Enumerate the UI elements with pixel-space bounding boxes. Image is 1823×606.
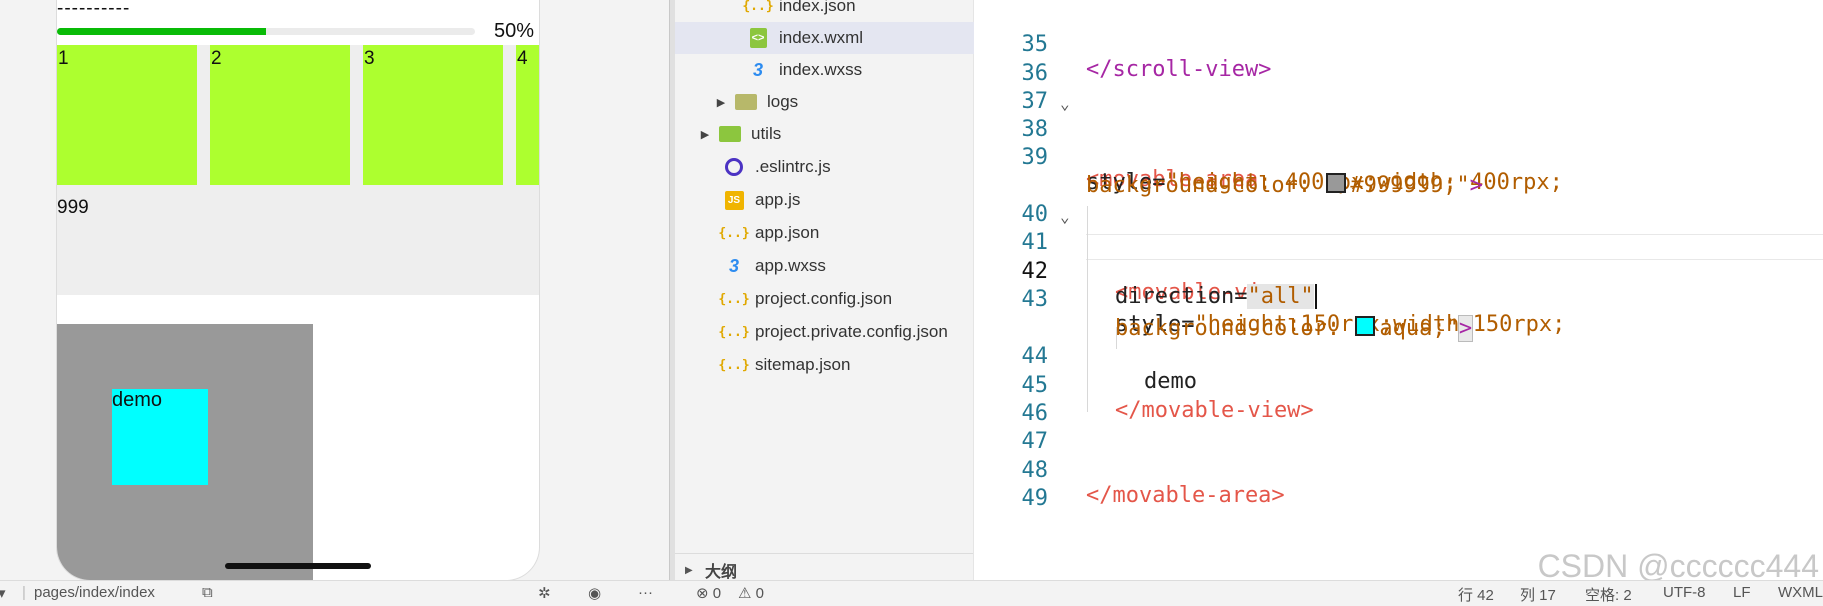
file-explorer: {..} index.json <> index.wxml 3 index.wx… xyxy=(675,0,1045,581)
page-path[interactable]: pages/index/index xyxy=(34,584,155,601)
chevron-down-icon[interactable]: ⌄ xyxy=(1060,207,1070,226)
json-icon: {..} xyxy=(718,225,750,241)
warning-count[interactable]: ⚠ 0 xyxy=(738,584,764,602)
wxss-icon: 3 xyxy=(752,59,763,80)
tree-item-label: project.config.json xyxy=(755,289,893,308)
json-icon: {..} xyxy=(718,291,750,307)
tree-item-utils[interactable]: ▶ utils xyxy=(675,118,997,150)
scroll-view[interactable]: 1 2 3 4 999 xyxy=(57,45,539,295)
tree-item-label: project.private.config.json xyxy=(755,322,948,341)
dashes-text: ---------- xyxy=(57,0,131,19)
line-number: 49 xyxy=(1021,486,1049,511)
code-line: 48 </movable-area> xyxy=(974,433,1823,508)
simulator-panel: ---------- 50% 1 2 3 4 999 demo xyxy=(0,0,670,581)
tree-item-label: logs xyxy=(767,92,799,111)
code-line: background-color: aqua;"> xyxy=(974,291,1823,342)
movable-view-label: demo xyxy=(112,389,163,411)
js-icon: JS xyxy=(723,189,745,211)
tree-item-label: app.js xyxy=(755,190,801,209)
progress-text: 50% xyxy=(494,20,535,42)
tree-item-label: utils xyxy=(751,124,782,143)
language-mode[interactable]: WXML xyxy=(1778,584,1823,601)
chevron-right-icon[interactable]: ▶ xyxy=(715,96,727,109)
json-icon: {..} xyxy=(742,0,774,14)
outline-label: 大纲 xyxy=(705,564,738,581)
tree-item-project-config[interactable]: {..} project.config.json xyxy=(675,283,1021,315)
code-line: 43 style="height:150rpx;width:150rpx; xyxy=(974,262,1823,337)
tree-item-label: app.wxss xyxy=(755,256,826,275)
cursor-line[interactable]: 行 42 xyxy=(1458,584,1494,605)
code-editor[interactable]: 35 </scroll-view> 36 37 38 ⌄ <movable-ar… xyxy=(974,0,1823,580)
tile-label: 4 xyxy=(517,48,528,69)
code-line: 39 style="height: 400rpx;width: 400rpx; xyxy=(974,120,1823,195)
tile-label: 2 xyxy=(211,48,222,69)
phone-screen: ---------- 50% 1 2 3 4 999 demo xyxy=(56,0,540,581)
chevron-right-icon[interactable]: ▶ xyxy=(699,128,711,141)
eslint-icon xyxy=(723,156,745,178)
chevron-down-icon[interactable]: ⌄ xyxy=(1060,94,1070,113)
tile-row: 1 2 3 4 xyxy=(57,45,539,185)
tree-item-label: sitemap.json xyxy=(755,355,851,374)
code-line: 47 xyxy=(974,404,1823,454)
tree-item-logs[interactable]: ▶ logs xyxy=(675,86,1013,118)
tile-3: 3 xyxy=(363,45,503,185)
movable-area: demo xyxy=(57,324,313,580)
tree-item-app-wxss[interactable]: 3 app.wxss xyxy=(675,250,1021,282)
tile-label: 1 xyxy=(58,48,69,69)
code-line: 37 xyxy=(974,64,1823,114)
code-line: 46 xyxy=(974,376,1823,426)
code-line: 40 xyxy=(974,177,1823,227)
tree-item-eslintrc[interactable]: .eslintrc.js xyxy=(675,151,1021,183)
tree-item-label: index.json xyxy=(779,0,856,15)
watermark: CSDN @cccccc444 xyxy=(1537,548,1819,580)
code-line: 49 xyxy=(974,461,1823,511)
more-icon[interactable]: ··· xyxy=(638,584,653,601)
movable-view[interactable]: demo xyxy=(112,389,208,485)
tile-4: 4 xyxy=(516,45,539,185)
code-line: 44 demo xyxy=(974,319,1823,394)
code-line: 45 </movable-view> xyxy=(974,348,1823,423)
indent-spaces[interactable]: 空格: 2 xyxy=(1585,584,1632,605)
code-line: 36 xyxy=(974,36,1823,86)
tree-item-sitemap[interactable]: {..} sitemap.json xyxy=(675,349,1021,381)
folder-icon xyxy=(719,123,741,145)
tree-item-label: app.json xyxy=(755,223,820,242)
tile-label: 3 xyxy=(364,48,375,69)
code-line: 35 </scroll-view> xyxy=(974,7,1823,82)
bug-icon[interactable]: ✲ xyxy=(538,584,551,602)
eye-icon[interactable]: ◉ xyxy=(588,584,601,602)
tree-item-app-json[interactable]: {..} app.json xyxy=(675,217,1021,249)
status-bar: ▾ | pages/index/index ⧉ ✲ ◉ ··· ⊗ 0 ⚠ 0 … xyxy=(0,580,1823,606)
wxss-icon: 3 xyxy=(728,255,739,276)
tree-item-label: index.wxml xyxy=(779,28,864,47)
progress-fill xyxy=(57,28,266,35)
tree-item-label: .eslintrc.js xyxy=(755,157,831,176)
folder-icon xyxy=(735,91,757,113)
code-line: 42 direction="all" xyxy=(974,234,1823,309)
home-indicator xyxy=(225,563,371,569)
tree-item-project-private-config[interactable]: {..} project.private.config.json xyxy=(675,316,1021,348)
chevron-down-icon[interactable]: ▾ xyxy=(0,584,6,602)
wxml-icon: <> xyxy=(747,27,769,49)
tree-item-app-js[interactable]: JS app.js xyxy=(675,184,1021,216)
code-line: 41 ⌄ <movable-view xyxy=(974,205,1823,305)
chevron-right-icon[interactable]: ▶ xyxy=(685,565,697,576)
tile-2: 2 xyxy=(210,45,350,185)
separator: | xyxy=(22,584,26,601)
tree-item-label: index.wxss xyxy=(779,60,863,79)
progress-bar xyxy=(57,28,475,35)
error-count[interactable]: ⊗ 0 xyxy=(696,584,721,602)
number-text: 999 xyxy=(57,197,89,218)
code-line: background-color: #999999;"> xyxy=(974,148,1823,198)
encoding[interactable]: UTF-8 xyxy=(1663,584,1706,601)
copy-icon[interactable]: ⧉ xyxy=(202,584,213,601)
end-of-line[interactable]: LF xyxy=(1733,584,1751,601)
json-icon: {..} xyxy=(718,357,750,373)
json-icon: {..} xyxy=(718,324,750,340)
code-line: 38 ⌄ <movable-area xyxy=(974,92,1823,192)
tile-1: 1 xyxy=(57,45,197,185)
cursor-column[interactable]: 列 17 xyxy=(1520,584,1556,605)
